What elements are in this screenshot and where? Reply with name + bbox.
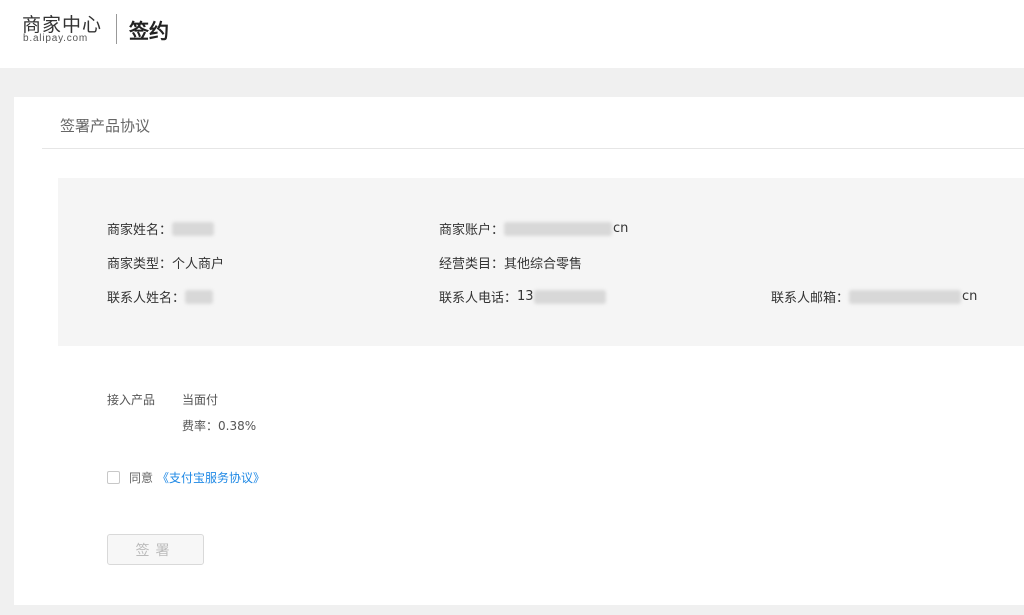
contact-name-label: 联系人姓名： [107,291,186,306]
top-bar: 商家中心 b.alipay.com 签约 [0,0,1024,68]
merchant-name-field: 商家姓名： [107,219,215,238]
product-name: 当面付 [182,393,219,407]
sign-button[interactable]: 签署 [107,534,204,565]
header-divider [116,14,117,44]
contact-email-label: 联系人邮箱： [771,291,850,306]
merchant-type-label: 商家类型： [107,257,173,272]
contact-phone-prefix: 13 [517,289,534,304]
contact-email-suffix: cn [962,289,978,304]
contact-phone-redacted [533,289,606,304]
merchant-name-redacted [172,221,215,236]
service-agreement-link[interactable]: 《支付宝服务协议》 [157,469,265,486]
contact-email-redacted [849,289,962,304]
contact-phone-field: 联系人电话： 13 [439,287,606,306]
agreement-prefix: 同意 [129,471,154,485]
merchant-type-field: 商家类型： 个人商户 [107,253,224,272]
card-title: 签署产品协议 [60,117,151,135]
logo-domain: b.alipay.com [23,33,88,44]
page-title: 签约 [129,19,169,43]
merchant-account-label: 商家账户： [439,223,505,238]
merchant-account-field: 商家账户： cn [439,219,628,238]
contact-phone-label: 联系人电话： [439,291,518,306]
product-label: 接入产品 [107,393,156,407]
agreement-row: 同意 《支付宝服务协议》 [107,469,265,486]
agreement-checkbox[interactable] [107,471,120,484]
signing-card: 签署产品协议 商家姓名： 商家账户： cn 商家类型： 个人商户 经营类目： 其… [14,97,1024,605]
contact-name-redacted [185,289,214,304]
merchant-type-value: 个人商户 [172,257,225,272]
business-category-field: 经营类目： 其他综合零售 [439,253,582,272]
merchant-account-redacted [504,221,613,236]
product-fee: 费率：0.38% [182,419,257,433]
contact-name-field: 联系人姓名： [107,287,214,306]
merchant-info-panel: 商家姓名： 商家账户： cn 商家类型： 个人商户 经营类目： 其他综合零售 联… [58,178,1024,346]
business-category-label: 经营类目： [439,257,505,272]
merchant-account-suffix: cn [613,221,629,236]
business-category-value: 其他综合零售 [504,257,583,272]
merchant-name-label: 商家姓名： [107,223,173,238]
contact-email-field: 联系人邮箱： cn [771,287,977,306]
card-divider [42,148,1024,149]
